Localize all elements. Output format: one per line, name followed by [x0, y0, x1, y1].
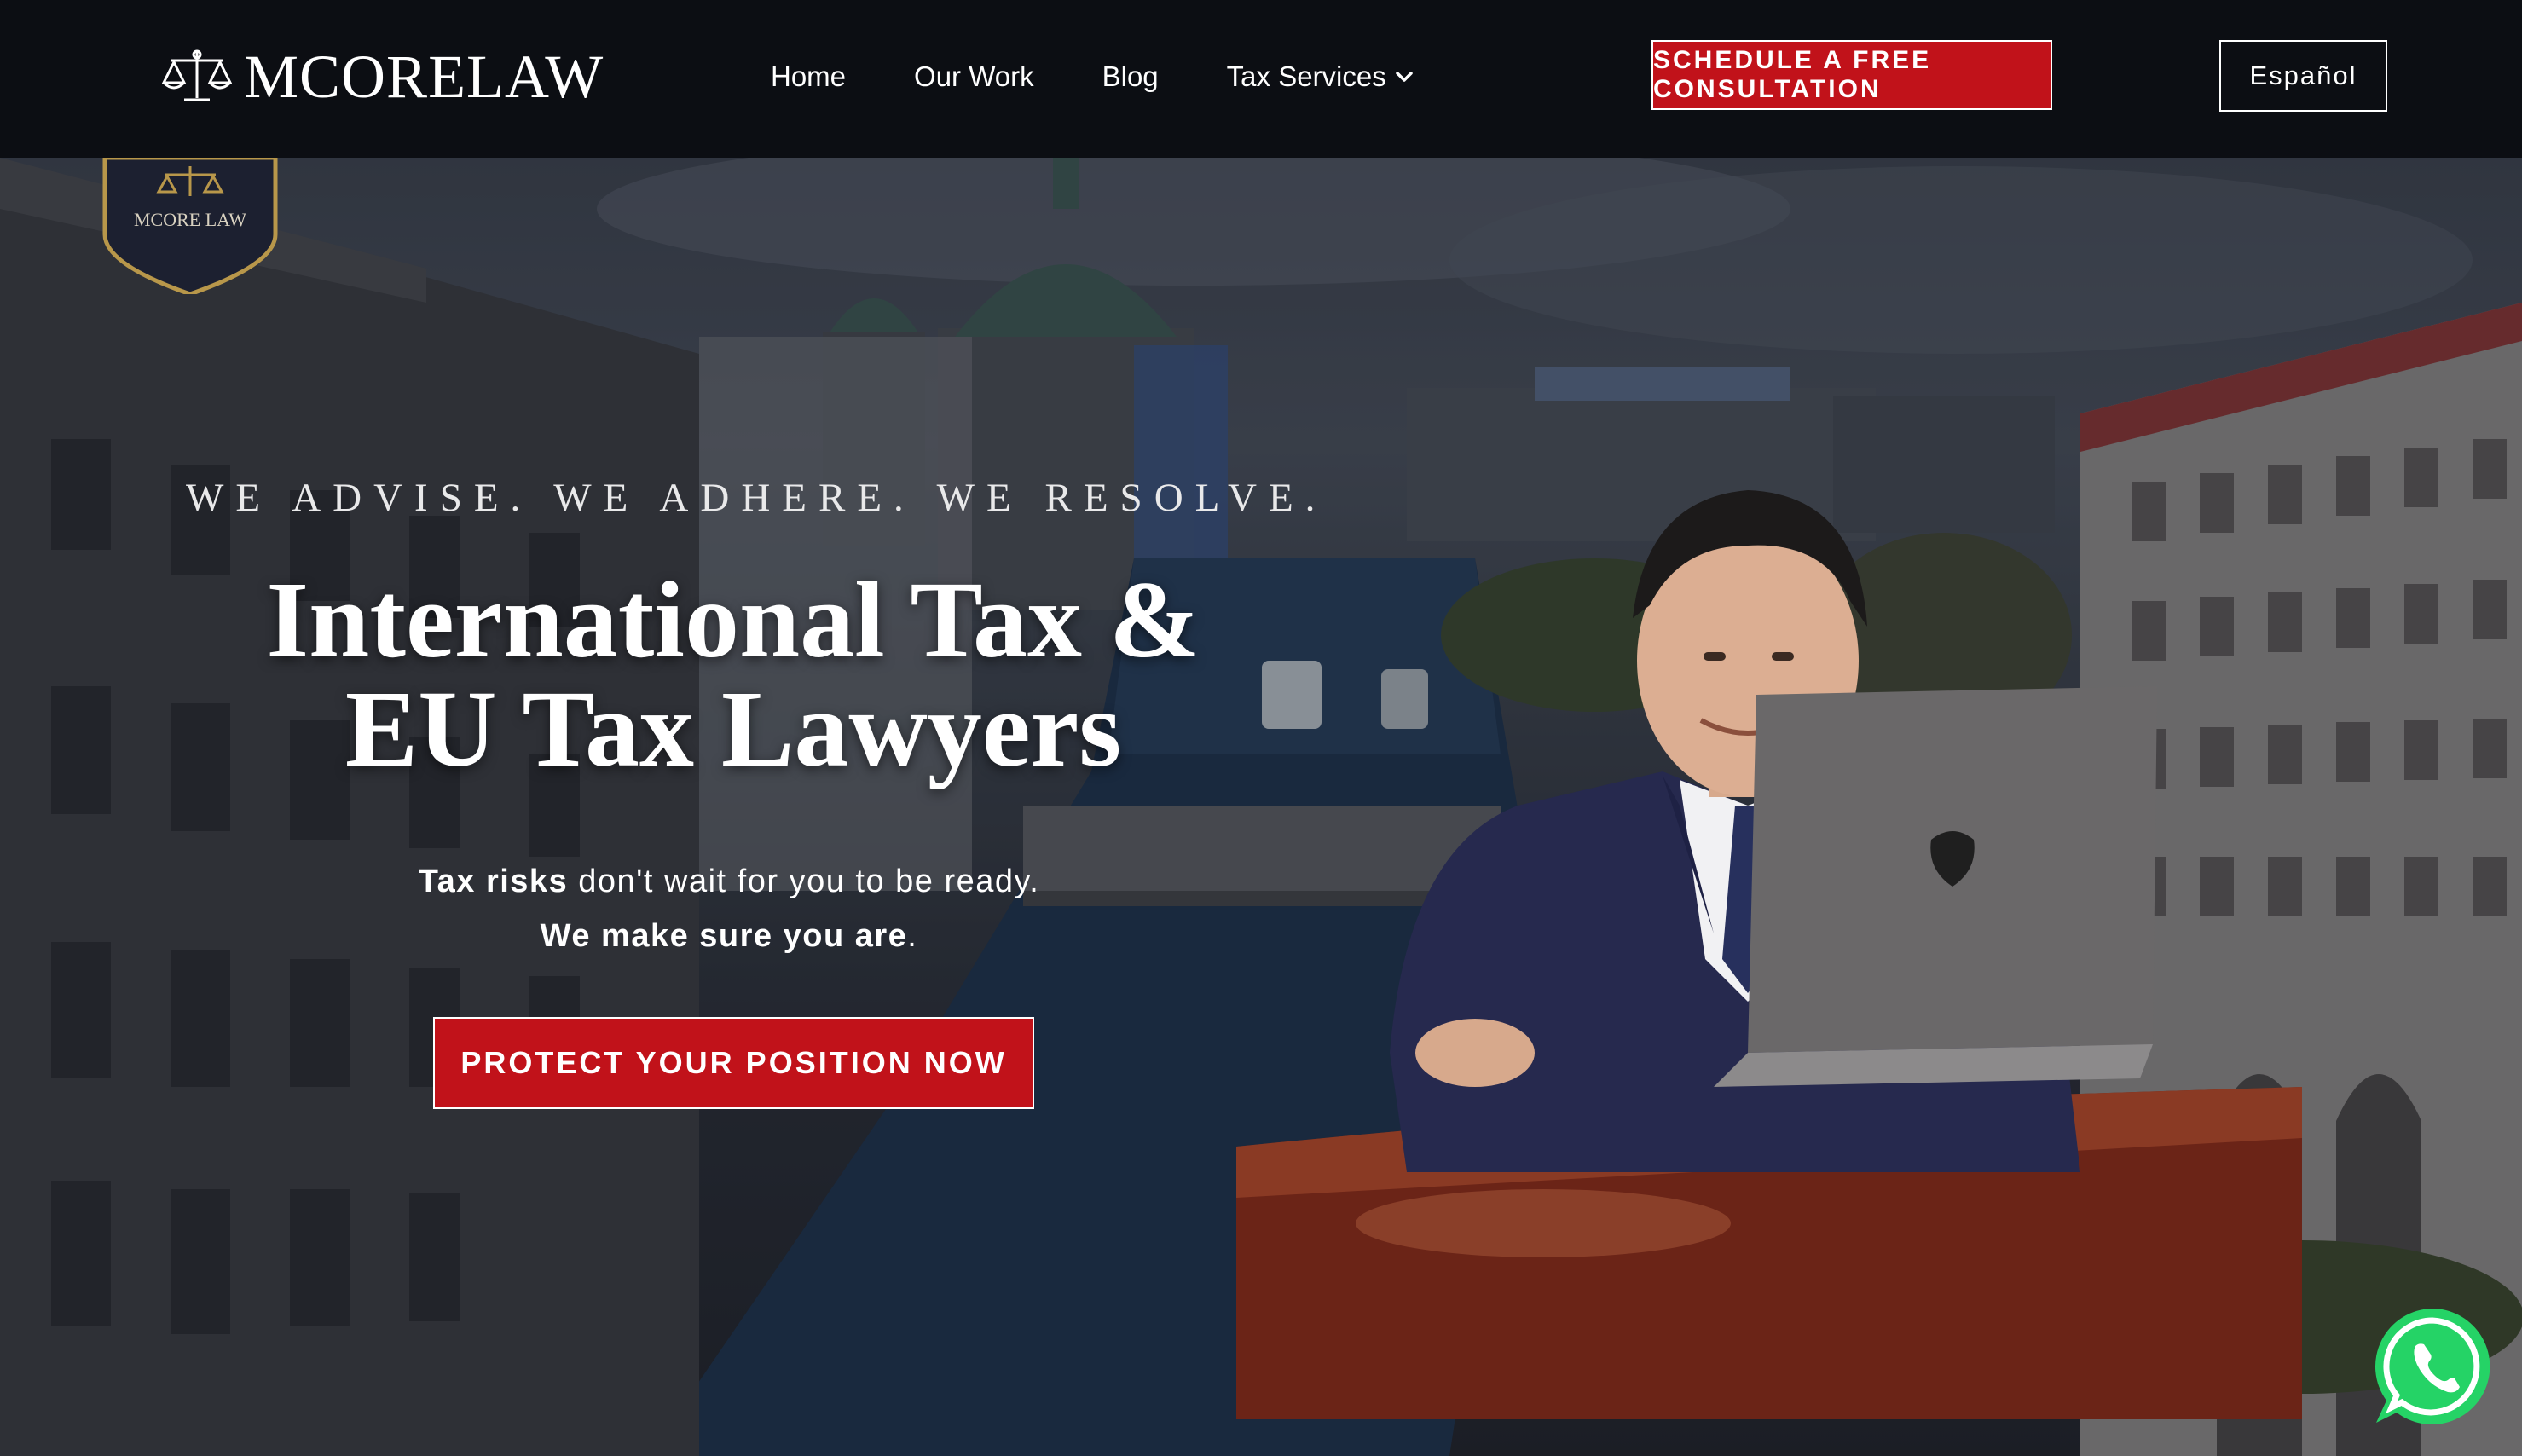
- hero-section: MCORE LAW WE ADVISE. WE ADHERE. WE RESOL…: [0, 158, 2522, 1456]
- chevron-down-icon: [1395, 72, 1413, 82]
- headline-line-2: EU Tax Lawyers: [344, 668, 1122, 789]
- subtext-bold-2: We make sure you are: [540, 918, 908, 954]
- language-switch-button[interactable]: Español: [2219, 40, 2387, 112]
- nav-tax-services[interactable]: Tax Services: [1227, 61, 1414, 93]
- hero-headline: International Tax & EU Tax Lawyers: [171, 565, 1296, 783]
- seal-text: MCORE LAW: [134, 209, 246, 230]
- hero-tagline: WE ADVISE. WE ADHERE. WE RESOLVE.: [186, 476, 1328, 520]
- nav-blog[interactable]: Blog: [1102, 61, 1159, 93]
- whatsapp-icon: [2374, 1309, 2490, 1424]
- hero-subtext: Tax risks don't wait for you to be ready…: [307, 854, 1151, 963]
- subtext-line-1: don't wait for you to be ready.: [568, 864, 1040, 899]
- brand-logo[interactable]: MCORELAW: [162, 44, 604, 109]
- top-navigation: MCORELAW Home Our Work Blog Tax Services…: [0, 0, 2522, 158]
- main-menu: Home Our Work Blog Tax Services: [771, 51, 1414, 102]
- headline-line-1: International Tax &: [266, 559, 1200, 680]
- nav-our-work[interactable]: Our Work: [914, 61, 1034, 93]
- firm-seal-emblem: MCORE LAW: [101, 158, 280, 297]
- lawyer-photo: [1236, 405, 2302, 1453]
- schedule-consultation-button[interactable]: SCHEDULE A FREE CONSULTATION: [1651, 40, 2052, 110]
- protect-position-button[interactable]: PROTECT YOUR POSITION NOW: [433, 1017, 1034, 1109]
- subtext-line-2: .: [907, 918, 918, 954]
- brand-name: MCORELAW: [244, 43, 604, 111]
- nav-tax-services-label: Tax Services: [1226, 61, 1386, 92]
- nav-home[interactable]: Home: [771, 61, 846, 93]
- whatsapp-floating-button[interactable]: [2368, 1302, 2497, 1431]
- scales-of-justice-icon: [162, 49, 232, 101]
- subtext-bold-1: Tax risks: [418, 864, 569, 899]
